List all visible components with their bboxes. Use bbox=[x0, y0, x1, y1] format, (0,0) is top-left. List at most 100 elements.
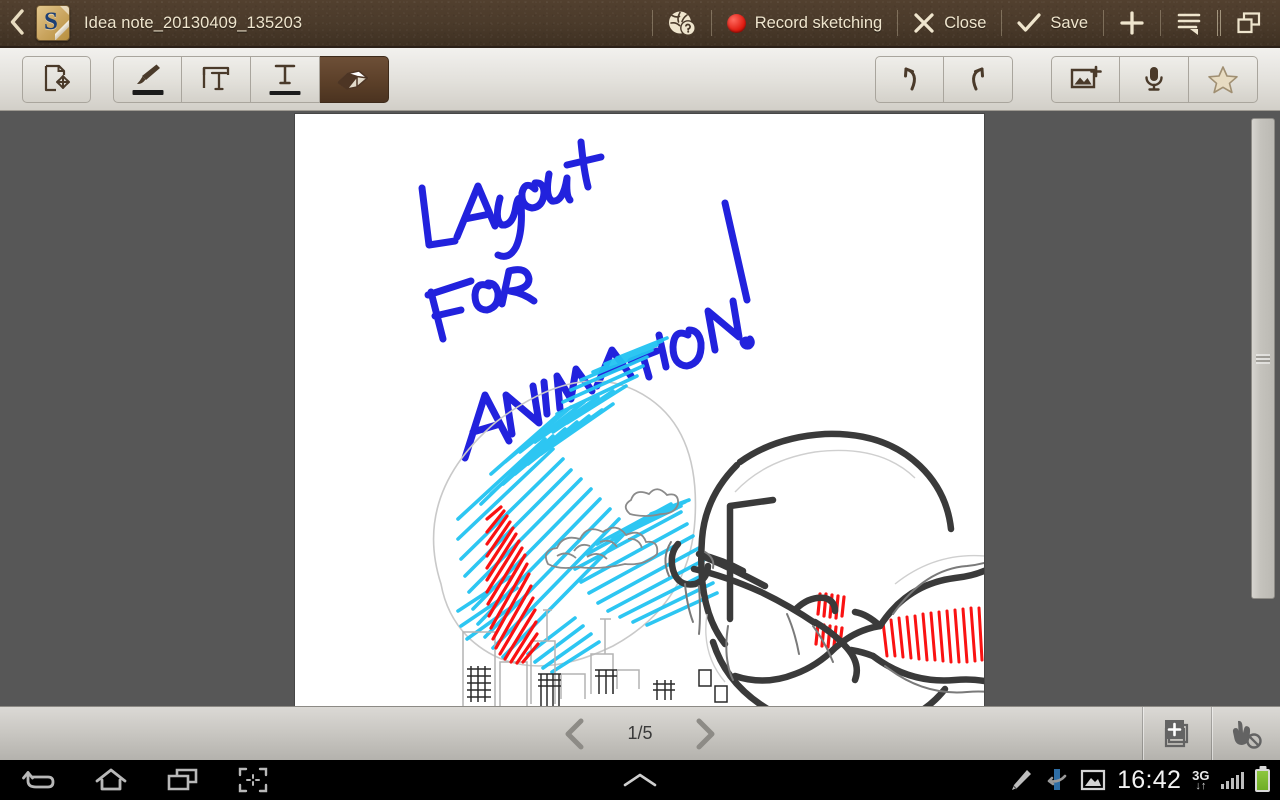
page-bar-actions bbox=[1142, 707, 1280, 761]
android-recents-button[interactable] bbox=[166, 767, 200, 793]
record-sketching-button[interactable]: Record sketching bbox=[721, 0, 888, 47]
sync-icon bbox=[1045, 769, 1069, 790]
status-indicators: 16:42 3G ↓↑ bbox=[1008, 766, 1270, 795]
add-page-icon bbox=[1160, 720, 1194, 751]
android-back-button[interactable] bbox=[22, 767, 56, 793]
palm-rejection-button[interactable] bbox=[1211, 707, 1280, 761]
battery-full-icon bbox=[1255, 768, 1270, 792]
text-tool[interactable] bbox=[251, 55, 320, 103]
back-button[interactable] bbox=[0, 0, 34, 47]
titlebar-divider bbox=[1103, 10, 1104, 36]
undo-arrow-icon bbox=[895, 64, 925, 94]
s-note-app-window: S Idea note_20130409_135203 Record sketc… bbox=[0, 0, 1280, 800]
chevron-up-icon bbox=[622, 770, 658, 790]
titlebar-divider bbox=[651, 10, 653, 36]
redo-arrow-icon bbox=[963, 64, 993, 94]
screen-capture-icon bbox=[238, 767, 268, 793]
media-tools-group bbox=[1051, 55, 1258, 103]
shape-move-icon bbox=[40, 63, 74, 95]
s-note-app-icon: S bbox=[36, 5, 70, 41]
city-detail-marks bbox=[467, 666, 728, 706]
globe-help-icon bbox=[668, 11, 696, 36]
add-button[interactable] bbox=[1113, 0, 1151, 47]
undo-button[interactable] bbox=[875, 55, 944, 103]
voice-record-button[interactable] bbox=[1120, 55, 1189, 103]
pen-stroke-width-indicator bbox=[132, 89, 163, 95]
canvas-workspace[interactable] bbox=[0, 111, 1280, 706]
network-indicator: 3G ↓↑ bbox=[1192, 769, 1209, 792]
list-menu-icon bbox=[1176, 11, 1202, 35]
page-navigation: 1/5 bbox=[562, 707, 718, 761]
android-recents-icon bbox=[166, 767, 200, 793]
favorite-button[interactable] bbox=[1189, 55, 1258, 103]
pen-tool[interactable] bbox=[113, 55, 182, 103]
scroll-grip bbox=[1256, 354, 1270, 363]
text-box-tool[interactable] bbox=[182, 55, 251, 103]
star-icon bbox=[1207, 64, 1239, 94]
next-page-button[interactable] bbox=[692, 718, 718, 750]
multi-window-icon bbox=[1236, 11, 1262, 35]
close-x-icon bbox=[913, 12, 935, 34]
note-title: Idea note_20130409_135203 bbox=[84, 13, 303, 32]
eraser-tool[interactable] bbox=[320, 55, 389, 103]
android-system-bar: 16:42 3G ↓↑ bbox=[0, 760, 1280, 800]
titlebar-divider bbox=[897, 10, 899, 36]
sketch-drawing bbox=[418, 138, 984, 706]
screen-capture-button[interactable] bbox=[238, 767, 268, 793]
chevron-right-icon bbox=[692, 718, 718, 750]
chevron-left-icon bbox=[562, 718, 588, 750]
select-tool-group bbox=[22, 55, 91, 103]
save-button[interactable]: Save bbox=[1011, 0, 1094, 47]
microphone-icon bbox=[1142, 67, 1166, 94]
android-home-icon bbox=[94, 767, 128, 793]
titlebar-divider bbox=[710, 10, 712, 36]
vertical-scrollbar[interactable] bbox=[1251, 118, 1275, 599]
text-format-icon bbox=[270, 62, 300, 88]
chevron-left-icon bbox=[9, 9, 25, 35]
menu-button[interactable] bbox=[1170, 0, 1208, 47]
page-indicator: 1/5 bbox=[627, 723, 653, 743]
android-nav-buttons bbox=[22, 767, 268, 793]
palm-rejection-icon bbox=[1232, 720, 1264, 751]
editor-toolbar bbox=[0, 48, 1280, 111]
close-button[interactable]: Close bbox=[907, 0, 992, 47]
title-bar: S Idea note_20130409_135203 Record sketc… bbox=[0, 0, 1280, 48]
network-arrows: ↓↑ bbox=[1195, 779, 1207, 792]
image-icon bbox=[1080, 768, 1106, 792]
expand-handle[interactable] bbox=[622, 770, 658, 790]
s-pen-icon bbox=[1012, 770, 1032, 790]
help-button[interactable] bbox=[662, 0, 702, 47]
plus-icon bbox=[1119, 10, 1145, 36]
image-plus-icon bbox=[1069, 64, 1103, 94]
text-box-icon bbox=[200, 64, 232, 94]
titlebar-divider bbox=[1001, 10, 1003, 36]
insert-image-button[interactable] bbox=[1051, 55, 1120, 103]
app-icon-pen bbox=[55, 14, 69, 40]
close-label: Close bbox=[944, 13, 987, 32]
drawing-tools-group bbox=[113, 55, 389, 103]
signal-bars-icon bbox=[1220, 771, 1244, 789]
record-dot-icon bbox=[726, 13, 746, 33]
android-back-icon bbox=[22, 767, 56, 793]
figure-outlines bbox=[668, 430, 984, 706]
select-move-tool[interactable] bbox=[22, 55, 91, 103]
save-label: Save bbox=[1050, 13, 1088, 32]
text-underline-indicator bbox=[269, 90, 301, 95]
titlebar-divider-double bbox=[1217, 10, 1221, 36]
redo-button[interactable] bbox=[944, 55, 1013, 103]
check-icon bbox=[1017, 12, 1041, 34]
sketch-illustration bbox=[432, 336, 984, 706]
note-page-canvas[interactable] bbox=[295, 114, 984, 706]
brush-icon bbox=[136, 64, 160, 85]
app-icon-fold bbox=[60, 6, 69, 15]
previous-page-button[interactable] bbox=[562, 718, 588, 750]
add-page-button[interactable] bbox=[1142, 707, 1211, 761]
status-clock: 16:42 bbox=[1117, 765, 1182, 794]
eraser-icon bbox=[335, 65, 373, 93]
page-navigation-bar: 1/5 bbox=[0, 706, 1280, 761]
titlebar-divider bbox=[1160, 10, 1161, 36]
android-home-button[interactable] bbox=[94, 767, 128, 793]
multi-window-button[interactable] bbox=[1230, 0, 1268, 47]
record-sketching-label: Record sketching bbox=[754, 13, 883, 32]
history-tools-group bbox=[875, 55, 1013, 103]
